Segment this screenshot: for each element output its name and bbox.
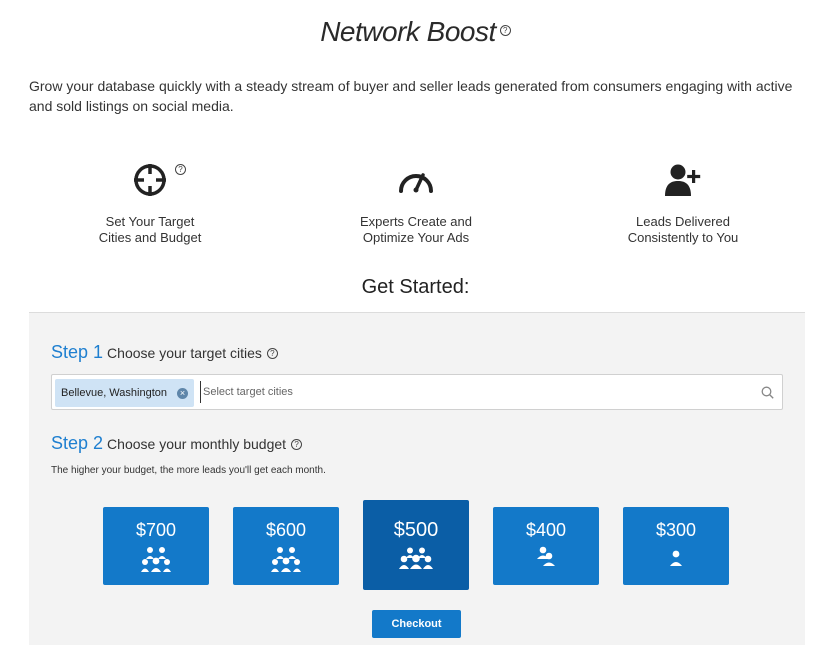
feature-help-icon[interactable]: ?: [175, 164, 186, 175]
step2-number: Step 2: [51, 433, 104, 453]
feature-label-line1: Leads Delivered: [636, 214, 730, 229]
people-group-icon: [103, 546, 209, 572]
setup-panel: Step 1 Choose your target cities? Bellevu…: [29, 312, 805, 645]
people-group-icon: [233, 546, 339, 572]
page-header: Network Boost?: [0, 16, 831, 48]
speedometer-icon: [399, 173, 433, 193]
add-user-icon: [665, 164, 701, 196]
budget-amount: $600: [265, 520, 307, 540]
intro-text: Grow your database quickly with a steady…: [29, 78, 793, 114]
budget-400-button[interactable]: $400: [493, 507, 599, 585]
feature-label-line2: Cities and Budget: [98, 230, 202, 245]
step1-title: Step 1 Choose your target cities?: [51, 342, 278, 363]
budget-amount: $700: [135, 520, 177, 540]
remove-chip-icon[interactable]: ×: [177, 387, 188, 399]
city-chip-label: Bellevue, Washington: [61, 387, 167, 399]
step1-number: Step 1: [51, 342, 104, 362]
step2-help-icon[interactable]: ?: [291, 438, 303, 450]
people-pair-icon: [493, 546, 599, 566]
budget-700-button[interactable]: $700: [103, 507, 209, 585]
crosshair-target-icon: [134, 164, 166, 196]
city-search-field[interactable]: [200, 381, 740, 403]
feature-label-line1: Experts Create and: [359, 214, 472, 229]
budget-amount: $300: [655, 520, 697, 540]
step1-help-icon[interactable]: ?: [266, 347, 278, 359]
feature-target-cities: ? Set Your Target Cities and Budget: [50, 160, 250, 246]
budget-hint: The higher your budget, the more leads y…: [51, 465, 326, 476]
budget-amount: $500: [393, 519, 439, 541]
get-started-heading: Get Started:: [361, 276, 470, 298]
budget-600-button[interactable]: $600: [233, 507, 339, 585]
budget-500-button[interactable]: $500: [363, 500, 469, 590]
budget-amount: $400: [525, 520, 567, 540]
title-help-icon[interactable]: ?: [499, 25, 511, 36]
checkout-button[interactable]: Checkout: [372, 610, 461, 638]
target-cities-input[interactable]: Bellevue, Washington ×: [51, 374, 783, 410]
feature-label-line2: Optimize Your Ads: [362, 230, 470, 245]
feature-experts: Experts Create and Optimize Your Ads: [316, 160, 516, 246]
search-icon[interactable]: [761, 386, 774, 399]
step1-text: Choose your target cities: [107, 345, 262, 361]
feature-label-line2: Consistently to You: [627, 230, 739, 245]
feature-leads: Leads Delivered Consistently to You: [583, 160, 783, 246]
city-chip: Bellevue, Washington ×: [55, 379, 194, 407]
feature-label-line1: Set Your Target: [105, 214, 195, 229]
budget-300-button[interactable]: $300: [623, 507, 729, 585]
person-icon: [623, 546, 729, 566]
people-group-icon: [363, 547, 469, 569]
step2-title: Step 2 Choose your monthly budget?: [51, 433, 303, 454]
step2-text: Choose your monthly budget: [107, 436, 287, 452]
page-title: Network Boost: [320, 16, 496, 47]
